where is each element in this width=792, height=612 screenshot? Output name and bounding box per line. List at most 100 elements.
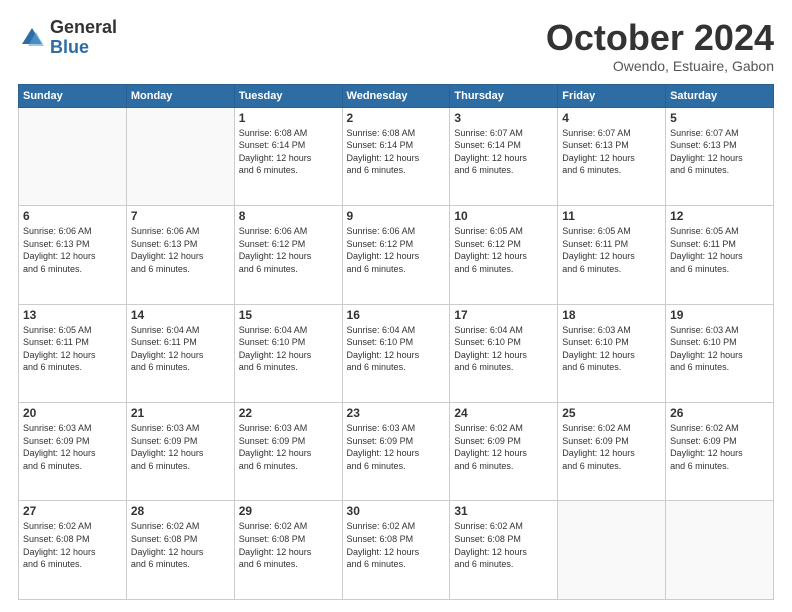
day-info: Sunrise: 6:03 AM Sunset: 6:09 PM Dayligh… bbox=[347, 422, 446, 472]
day-info: Sunrise: 6:03 AM Sunset: 6:10 PM Dayligh… bbox=[670, 324, 769, 374]
table-row: 25 Sunrise: 6:02 AM Sunset: 6:09 PM Dayli… bbox=[558, 403, 666, 501]
day-number: 25 bbox=[562, 406, 661, 420]
day-info: Sunrise: 6:05 AM Sunset: 6:12 PM Dayligh… bbox=[454, 225, 553, 275]
day-info: Sunrise: 6:08 AM Sunset: 6:14 PM Dayligh… bbox=[347, 127, 446, 177]
table-row: 17 Sunrise: 6:04 AM Sunset: 6:10 PM Dayli… bbox=[450, 304, 558, 402]
day-number: 9 bbox=[347, 209, 446, 223]
header: General Blue October 2024 Owendo, Estuai… bbox=[18, 18, 774, 74]
calendar-header-row: Sunday Monday Tuesday Wednesday Thursday… bbox=[19, 84, 774, 107]
table-row: 5Sunrise: 6:07 AM Sunset: 6:13 PM Daylig… bbox=[666, 107, 774, 205]
day-number: 3 bbox=[454, 111, 553, 125]
table-row: 20 Sunrise: 6:03 AM Sunset: 6:09 PM Dayli… bbox=[19, 403, 127, 501]
table-row: 27Sunrise: 6:02 AM Sunset: 6:08 PM Dayli… bbox=[19, 501, 127, 600]
table-row: 31 Sunrise: 6:02 AM Sunset: 6:08 PM Dayli… bbox=[450, 501, 558, 600]
col-wednesday: Wednesday bbox=[342, 84, 450, 107]
table-row: 18 Sunrise: 6:03 AM Sunset: 6:10 PM Dayli… bbox=[558, 304, 666, 402]
day-number: 21 bbox=[131, 406, 230, 420]
logo-general-text: General bbox=[50, 17, 117, 37]
day-number: 29 bbox=[239, 504, 338, 518]
table-row: 8Sunrise: 6:06 AM Sunset: 6:12 PM Daylig… bbox=[234, 206, 342, 304]
col-saturday: Saturday bbox=[666, 84, 774, 107]
calendar-week-row: 27 Sunrise: 6:02 AM Sunset: 6:08 PM Dayli… bbox=[19, 501, 774, 600]
day-number: 24 bbox=[454, 406, 553, 420]
day-info: Sunrise: 6:07 AM Sunset: 6:14 PM Dayligh… bbox=[454, 127, 553, 177]
location-text: Owendo, Estuaire, Gabon bbox=[546, 58, 774, 74]
table-row: 6 Sunrise: 6:06 AM Sunset: 6:13 PM Daylig… bbox=[19, 206, 127, 304]
day-number: 15 bbox=[239, 308, 338, 322]
day-number: 28 bbox=[131, 504, 230, 518]
day-info: Sunrise: 6:05 AM Sunset: 6:11 PM Dayligh… bbox=[23, 324, 122, 374]
day-number: 5 bbox=[670, 111, 769, 125]
day-info: Sunrise: 6:06 AM Sunset: 6:12 PM Dayligh… bbox=[239, 225, 338, 275]
logo: General Blue bbox=[18, 18, 117, 58]
day-number: 17 bbox=[454, 308, 553, 322]
month-title: October 2024 bbox=[546, 18, 774, 58]
day-number: 6 bbox=[23, 209, 122, 223]
day-info: Sunrise: 6:02 AM Sunset: 6:08 PM Dayligh… bbox=[454, 520, 553, 570]
table-row bbox=[666, 501, 774, 600]
day-info: Sunrise: 6:03 AM Sunset: 6:09 PM Dayligh… bbox=[23, 422, 122, 472]
table-row: 11Sunrise: 6:05 AM Sunset: 6:11 PM Dayli… bbox=[558, 206, 666, 304]
table-row: 30 Sunrise: 6:02 AM Sunset: 6:08 PM Dayli… bbox=[342, 501, 450, 600]
day-number: 20 bbox=[23, 406, 122, 420]
table-row: 10 Sunrise: 6:05 AM Sunset: 6:12 PM Dayli… bbox=[450, 206, 558, 304]
day-info: Sunrise: 6:02 AM Sunset: 6:09 PM Dayligh… bbox=[454, 422, 553, 472]
col-friday: Friday bbox=[558, 84, 666, 107]
day-number: 1 bbox=[239, 111, 338, 125]
page: General Blue October 2024 Owendo, Estuai… bbox=[0, 0, 792, 612]
day-info: Sunrise: 6:07 AM Sunset: 6:13 PM Dayligh… bbox=[562, 127, 661, 177]
day-info: Sunrise: 6:06 AM Sunset: 6:12 PM Dayligh… bbox=[347, 225, 446, 275]
day-number: 12 bbox=[670, 209, 769, 223]
table-row: 26Sunrise: 6:02 AM Sunset: 6:09 PM Dayli… bbox=[666, 403, 774, 501]
table-row: 15 Sunrise: 6:04 AM Sunset: 6:10 PM Dayli… bbox=[234, 304, 342, 402]
table-row: 1 Sunrise: 6:08 AM Sunset: 6:14 PM Daylig… bbox=[234, 107, 342, 205]
table-row bbox=[558, 501, 666, 600]
table-row bbox=[126, 107, 234, 205]
day-number: 2 bbox=[347, 111, 446, 125]
table-row: 4 Sunrise: 6:07 AM Sunset: 6:13 PM Daylig… bbox=[558, 107, 666, 205]
day-info: Sunrise: 6:02 AM Sunset: 6:09 PM Dayligh… bbox=[670, 422, 769, 472]
day-number: 16 bbox=[347, 308, 446, 322]
day-info: Sunrise: 6:03 AM Sunset: 6:09 PM Dayligh… bbox=[239, 422, 338, 472]
calendar-table: Sunday Monday Tuesday Wednesday Thursday… bbox=[18, 84, 774, 600]
day-info: Sunrise: 6:02 AM Sunset: 6:08 PM Dayligh… bbox=[239, 520, 338, 570]
col-sunday: Sunday bbox=[19, 84, 127, 107]
table-row: 3 Sunrise: 6:07 AM Sunset: 6:14 PM Daylig… bbox=[450, 107, 558, 205]
logo-blue-text: Blue bbox=[50, 37, 89, 57]
day-number: 27 bbox=[23, 504, 122, 518]
table-row: 13 Sunrise: 6:05 AM Sunset: 6:11 PM Dayli… bbox=[19, 304, 127, 402]
day-info: Sunrise: 6:02 AM Sunset: 6:08 PM Dayligh… bbox=[347, 520, 446, 570]
col-thursday: Thursday bbox=[450, 84, 558, 107]
day-number: 7 bbox=[131, 209, 230, 223]
col-monday: Monday bbox=[126, 84, 234, 107]
day-info: Sunrise: 6:05 AM Sunset: 6:11 PM Dayligh… bbox=[562, 225, 661, 275]
day-number: 22 bbox=[239, 406, 338, 420]
table-row: 16 Sunrise: 6:04 AM Sunset: 6:10 PM Dayli… bbox=[342, 304, 450, 402]
day-info: Sunrise: 6:03 AM Sunset: 6:10 PM Dayligh… bbox=[562, 324, 661, 374]
day-info: Sunrise: 6:04 AM Sunset: 6:10 PM Dayligh… bbox=[454, 324, 553, 374]
day-info: Sunrise: 6:06 AM Sunset: 6:13 PM Dayligh… bbox=[23, 225, 122, 275]
table-row: 2 Sunrise: 6:08 AM Sunset: 6:14 PM Daylig… bbox=[342, 107, 450, 205]
day-info: Sunrise: 6:04 AM Sunset: 6:10 PM Dayligh… bbox=[347, 324, 446, 374]
day-info: Sunrise: 6:08 AM Sunset: 6:14 PM Dayligh… bbox=[239, 127, 338, 177]
day-number: 4 bbox=[562, 111, 661, 125]
table-row: 28 Sunrise: 6:02 AM Sunset: 6:08 PM Dayli… bbox=[126, 501, 234, 600]
logo-icon bbox=[18, 24, 46, 52]
day-number: 31 bbox=[454, 504, 553, 518]
day-number: 10 bbox=[454, 209, 553, 223]
table-row: 14 Sunrise: 6:04 AM Sunset: 6:11 PM Dayli… bbox=[126, 304, 234, 402]
day-info: Sunrise: 6:04 AM Sunset: 6:11 PM Dayligh… bbox=[131, 324, 230, 374]
table-row: 24 Sunrise: 6:02 AM Sunset: 6:09 PM Dayli… bbox=[450, 403, 558, 501]
day-number: 14 bbox=[131, 308, 230, 322]
day-number: 18 bbox=[562, 308, 661, 322]
table-row: 23Sunrise: 6:03 AM Sunset: 6:09 PM Dayli… bbox=[342, 403, 450, 501]
day-info: Sunrise: 6:04 AM Sunset: 6:10 PM Dayligh… bbox=[239, 324, 338, 374]
table-row: 22 Sunrise: 6:03 AM Sunset: 6:09 PM Dayli… bbox=[234, 403, 342, 501]
table-row: 7Sunrise: 6:06 AM Sunset: 6:13 PM Daylig… bbox=[126, 206, 234, 304]
day-info: Sunrise: 6:02 AM Sunset: 6:08 PM Dayligh… bbox=[131, 520, 230, 570]
day-number: 13 bbox=[23, 308, 122, 322]
day-info: Sunrise: 6:05 AM Sunset: 6:11 PM Dayligh… bbox=[670, 225, 769, 275]
day-info: Sunrise: 6:02 AM Sunset: 6:09 PM Dayligh… bbox=[562, 422, 661, 472]
col-tuesday: Tuesday bbox=[234, 84, 342, 107]
day-number: 30 bbox=[347, 504, 446, 518]
